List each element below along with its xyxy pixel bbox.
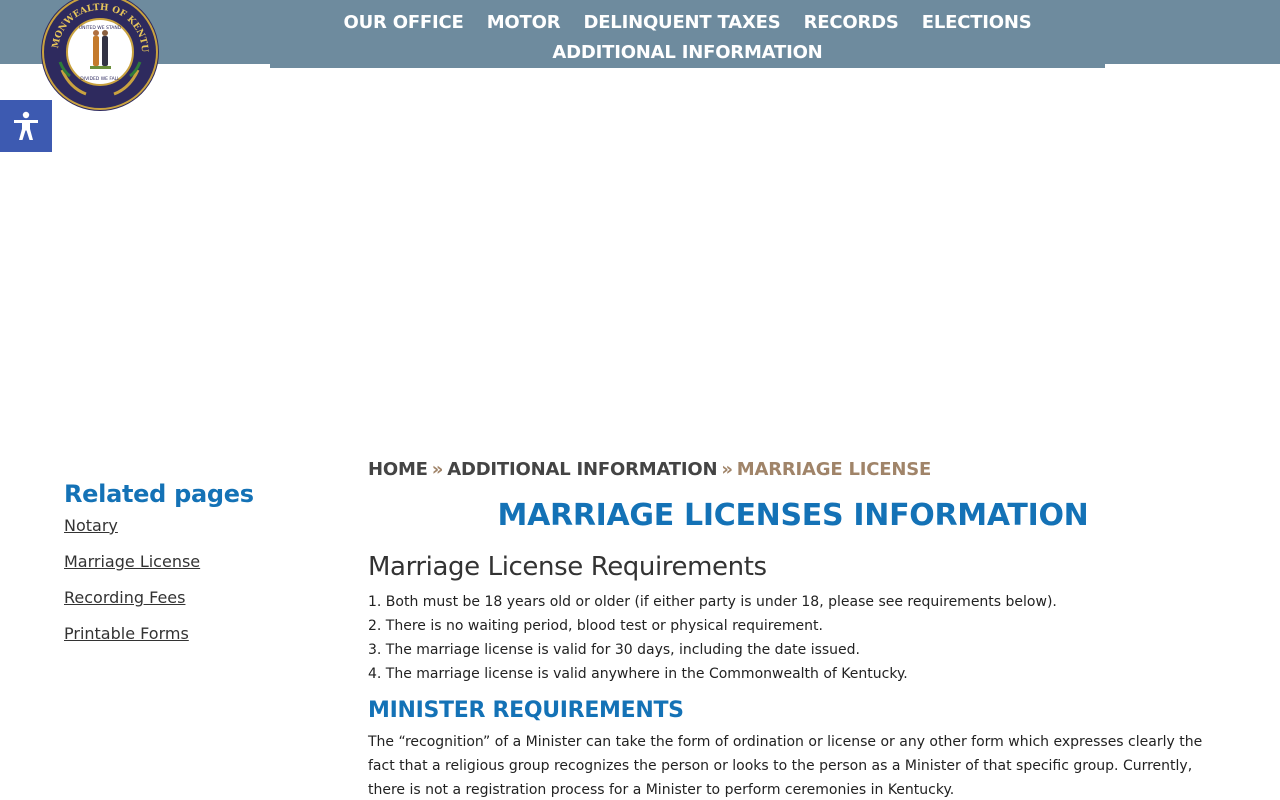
main-content: HOME» ADDITIONAL INFORMATION» MARRIAGE LIC… (368, 458, 1218, 800)
requirements-heading: Marriage License Requirements (368, 552, 767, 582)
breadcrumb-separator: » (721, 459, 733, 480)
requirements-list: 1. Both must be 18 years old or older (i… (368, 590, 1218, 686)
list-item: 2. There is no waiting period, blood tes… (368, 618, 823, 634)
accessibility-button[interactable] (0, 100, 52, 152)
breadcrumb: HOME» ADDITIONAL INFORMATION» MARRIAGE LIC… (368, 458, 1218, 482)
breadcrumb-additional-information[interactable]: ADDITIONAL INFORMATION (447, 459, 717, 480)
seal-bottom-text: DIVIDED WE FALL (80, 76, 120, 82)
nav-motor[interactable]: MOTOR (487, 8, 561, 38)
nav-additional-information[interactable]: ADDITIONAL INFORMATION (552, 38, 822, 68)
nav-our-office[interactable]: OUR OFFICE (343, 8, 463, 38)
list-item: 3. The marriage license is valid for 30 … (368, 642, 860, 658)
sidebar-link-recording-fees[interactable]: Recording Fees (64, 588, 324, 608)
breadcrumb-separator: » (431, 459, 444, 480)
seal-top-text: UNITED WE STAND (79, 25, 122, 31)
minister-requirements-heading: MINISTER REQUIREMENTS (368, 698, 684, 723)
nav-delinquent-taxes[interactable]: DELINQUENT TAXES (583, 8, 780, 38)
page-title: MARRIAGE LICENSES INFORMATION (497, 498, 1089, 533)
sidebar-link-printable-forms[interactable]: Printable Forms (64, 624, 324, 644)
sidebar-link-notary[interactable]: Notary (64, 516, 324, 536)
list-item: 1. Both must be 18 years old or older (i… (368, 594, 1057, 610)
breadcrumb-home[interactable]: HOME (368, 459, 428, 480)
kentucky-seal-logo[interactable]: COMMONWEALTH OF KENTUCKY UNITED WE STAND… (35, 0, 160, 112)
main-nav: OUR OFFICE MOTOR DELINQUENT TAXES RECORD… (270, 8, 1105, 68)
list-item: 4. The marriage license is valid anywher… (368, 666, 908, 682)
minister-requirements-text: The “recognition” of a Minister can take… (368, 734, 1203, 798)
breadcrumb-current: MARRIAGE LICENSE (736, 459, 932, 480)
accessibility-icon (14, 111, 38, 140)
sidebar-title: Related pages (64, 480, 254, 508)
related-pages-sidebar: Related pages Notary Marriage License Re… (64, 480, 324, 644)
nav-records[interactable]: RECORDS (804, 8, 899, 38)
sidebar-link-marriage-license[interactable]: Marriage License (64, 552, 324, 572)
nav-elections[interactable]: ELECTIONS (922, 8, 1032, 38)
